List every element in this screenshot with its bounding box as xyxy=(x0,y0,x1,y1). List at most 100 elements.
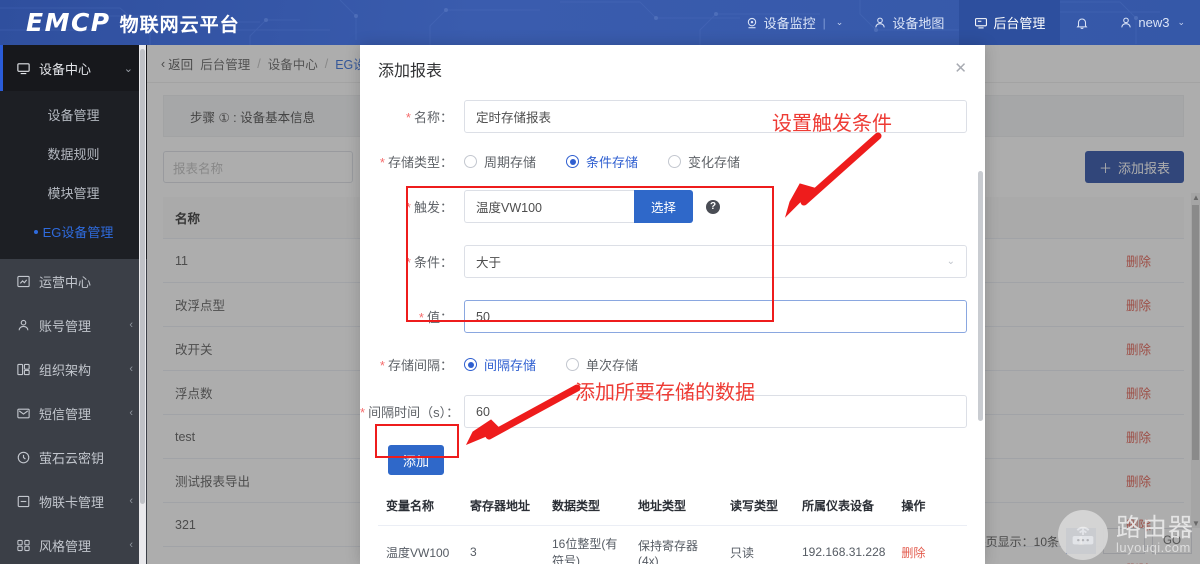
add-report-dialog: 添加报表 ✕ * 名称： 定时存储报表 * 存储类型： 周期存储 条件存储 变化… xyxy=(360,45,985,564)
router-glyph xyxy=(1072,526,1094,545)
sidebar-item-device-manage[interactable]: 设备管理 xyxy=(0,95,147,134)
sidebar-item-ezviz-key[interactable]: 萤石云密钥 xyxy=(0,435,147,479)
sidebar-item-account[interactable]: 账号管理 ‹ xyxy=(0,303,147,347)
sidebar-scrollbar[interactable] xyxy=(139,45,146,564)
chevron-down-icon[interactable]: ⌄ xyxy=(124,62,133,75)
chevron-left-icon[interactable]: ‹ xyxy=(129,319,133,331)
required-mark: * xyxy=(418,310,424,325)
cell-data-type: 16位整型(有符号) xyxy=(544,525,630,564)
watermark-text: 路由器 luyouqi.com xyxy=(1116,515,1194,555)
interval-time-value: 60 xyxy=(476,404,490,419)
interval-time-input[interactable]: 60 xyxy=(464,395,967,428)
nav-device-map-label: 设备地图 xyxy=(892,16,945,31)
sidebar-item-style[interactable]: 风格管理 ‹ xyxy=(0,523,147,564)
name-input[interactable]: 定时存储报表 xyxy=(464,100,967,133)
chevron-left-icon[interactable]: ‹ xyxy=(129,407,133,419)
top-nav: 设备监控 | ⌄ 设备地图 后台管理 new3 ⌄ xyxy=(730,0,1200,45)
dialog-scrollbar[interactable] xyxy=(978,171,983,501)
sidebar-item-module-manage[interactable]: 模块管理 xyxy=(0,173,147,212)
trigger-input[interactable]: 温度VW100 xyxy=(464,190,634,223)
col-device: 所属仪表设备 xyxy=(794,486,894,526)
trigger-label-text: 触发： xyxy=(413,200,453,215)
data-table-wrap: 变量名称 寄存器地址 数据类型 地址类型 读写类型 所属仪表设备 操作 温度VW… xyxy=(360,486,967,564)
chevron-down-icon[interactable]: ⌄ xyxy=(1177,17,1185,28)
interval-time-label-text: 间隔时间（s）： xyxy=(368,405,460,420)
field-row-trigger: * 触发： 温度VW100 选择 ? xyxy=(360,190,967,223)
nav-device-map[interactable]: 设备地图 xyxy=(858,0,959,45)
nav-device-monitor-label: 设备监控 xyxy=(763,16,816,31)
sidebar-scrollbar-thumb[interactable] xyxy=(140,49,145,504)
add-data-button[interactable]: 添加 xyxy=(388,445,444,475)
sidebar-item-data-rule[interactable]: 数据规则 xyxy=(0,134,147,173)
sidebar-item-label: 组织架构 xyxy=(39,362,92,378)
sidebar-item-sms[interactable]: 短信管理 ‹ xyxy=(0,391,147,435)
cell-register: 3 xyxy=(462,525,544,564)
value-label: * 值： xyxy=(360,307,464,326)
radio-circle-icon xyxy=(464,358,477,371)
cell-addr-type: 保持寄存器 (4x) xyxy=(630,525,722,564)
variable-data-table: 变量名称 寄存器地址 数据类型 地址类型 读写类型 所属仪表设备 操作 温度VW… xyxy=(378,486,967,564)
radio-label: 间隔存储 xyxy=(484,358,537,373)
watermark-en: luyouqi.com xyxy=(1115,540,1191,556)
chevron-down-icon[interactable]: ⌄ xyxy=(836,17,844,28)
col-addr-type: 地址类型 xyxy=(630,486,722,526)
dialog-scrollbar-thumb[interactable] xyxy=(978,171,983,421)
required-mark: * xyxy=(379,358,385,373)
nav-admin[interactable]: 后台管理 xyxy=(959,0,1061,45)
user-menu[interactable]: new3 ⌄ xyxy=(1104,0,1200,45)
interval-type-radio-group: 间隔存储 单次存储 xyxy=(464,355,638,374)
delete-link[interactable]: 删除 xyxy=(893,525,967,564)
storage-type-label: * 存储类型： xyxy=(360,152,464,171)
radio-condition-storage[interactable]: 条件存储 xyxy=(566,152,638,171)
brand-name: 物联网云平台 xyxy=(119,15,240,36)
monitor-icon xyxy=(745,16,759,30)
col-register: 寄存器地址 xyxy=(462,486,544,526)
notification-button[interactable] xyxy=(1060,0,1104,45)
table-header-row: 变量名称 寄存器地址 数据类型 地址类型 读写类型 所属仪表设备 操作 xyxy=(378,486,967,526)
sidebar-item-label: 运营中心 xyxy=(39,274,92,290)
question-icon[interactable]: ? xyxy=(706,199,721,214)
radio-label: 变化存储 xyxy=(688,155,741,170)
sidebar-item-label: 萤石云密钥 xyxy=(39,450,105,466)
required-mark: * xyxy=(405,200,411,215)
sidebar-item-organization[interactable]: 组织架构 ‹ xyxy=(0,347,147,391)
condition-select[interactable]: 大于 ⌄ xyxy=(464,245,967,278)
radio-change-storage[interactable]: 变化存储 xyxy=(668,152,740,171)
condition-label-text: 条件： xyxy=(413,255,453,270)
close-icon[interactable]: ✕ xyxy=(954,61,967,76)
sidebar-item-operations[interactable]: 运营中心 xyxy=(0,259,147,303)
storage-type-label-text: 存储类型： xyxy=(387,155,453,170)
org-icon xyxy=(16,362,31,377)
radio-interval-storage[interactable]: 间隔存储 xyxy=(464,355,536,374)
required-mark: * xyxy=(405,255,411,270)
sidebar-item-label: 物联卡管理 xyxy=(39,494,105,510)
key-clock-icon xyxy=(16,450,31,465)
radio-label: 单次存储 xyxy=(586,358,639,373)
sidebar-group-device-center[interactable]: 设备中心 ⌄ xyxy=(0,45,147,91)
sidebar-item-sim-card[interactable]: 物联卡管理 ‹ xyxy=(0,479,147,523)
sidebar-group-label: 设备中心 xyxy=(39,61,92,77)
value-input[interactable]: 50 xyxy=(464,300,967,333)
watermark-cn: 路由器 xyxy=(1115,514,1194,543)
required-mark: * xyxy=(405,110,411,125)
radio-periodic-storage[interactable]: 周期存储 xyxy=(464,152,536,171)
radio-label: 条件存储 xyxy=(586,155,639,170)
chart-box-icon xyxy=(16,274,31,289)
storage-type-radio-group: 周期存储 条件存储 变化存储 xyxy=(464,152,740,171)
required-mark: * xyxy=(360,405,366,420)
chevron-left-icon[interactable]: ‹ xyxy=(129,363,133,375)
radio-single-storage[interactable]: 单次存储 xyxy=(566,355,638,374)
nav-device-monitor[interactable]: 设备监控 | ⌄ xyxy=(730,0,859,45)
brand-logo: EMCP 物联网云平台 xyxy=(26,8,240,37)
table-row[interactable]: 温度VW100 3 16位整型(有符号) 保持寄存器 (4x) 只读 192.1… xyxy=(378,525,967,564)
sidebar-sub-label: 数据规则 xyxy=(47,147,100,162)
value-value: 50 xyxy=(476,309,490,324)
chevron-left-icon[interactable]: ‹ xyxy=(129,495,133,507)
cell-rw-type: 只读 xyxy=(722,525,794,564)
chevron-left-icon[interactable]: ‹ xyxy=(129,539,133,551)
name-value: 定时存储报表 xyxy=(476,111,552,125)
select-trigger-button[interactable]: 选择 xyxy=(634,190,694,223)
sidebar-item-eg-device-manage[interactable]: EG设备管理 xyxy=(0,212,147,251)
sidebar-item-label: 账号管理 xyxy=(39,318,92,334)
field-row-storage-type: * 存储类型： 周期存储 条件存储 变化存储 xyxy=(360,152,967,171)
